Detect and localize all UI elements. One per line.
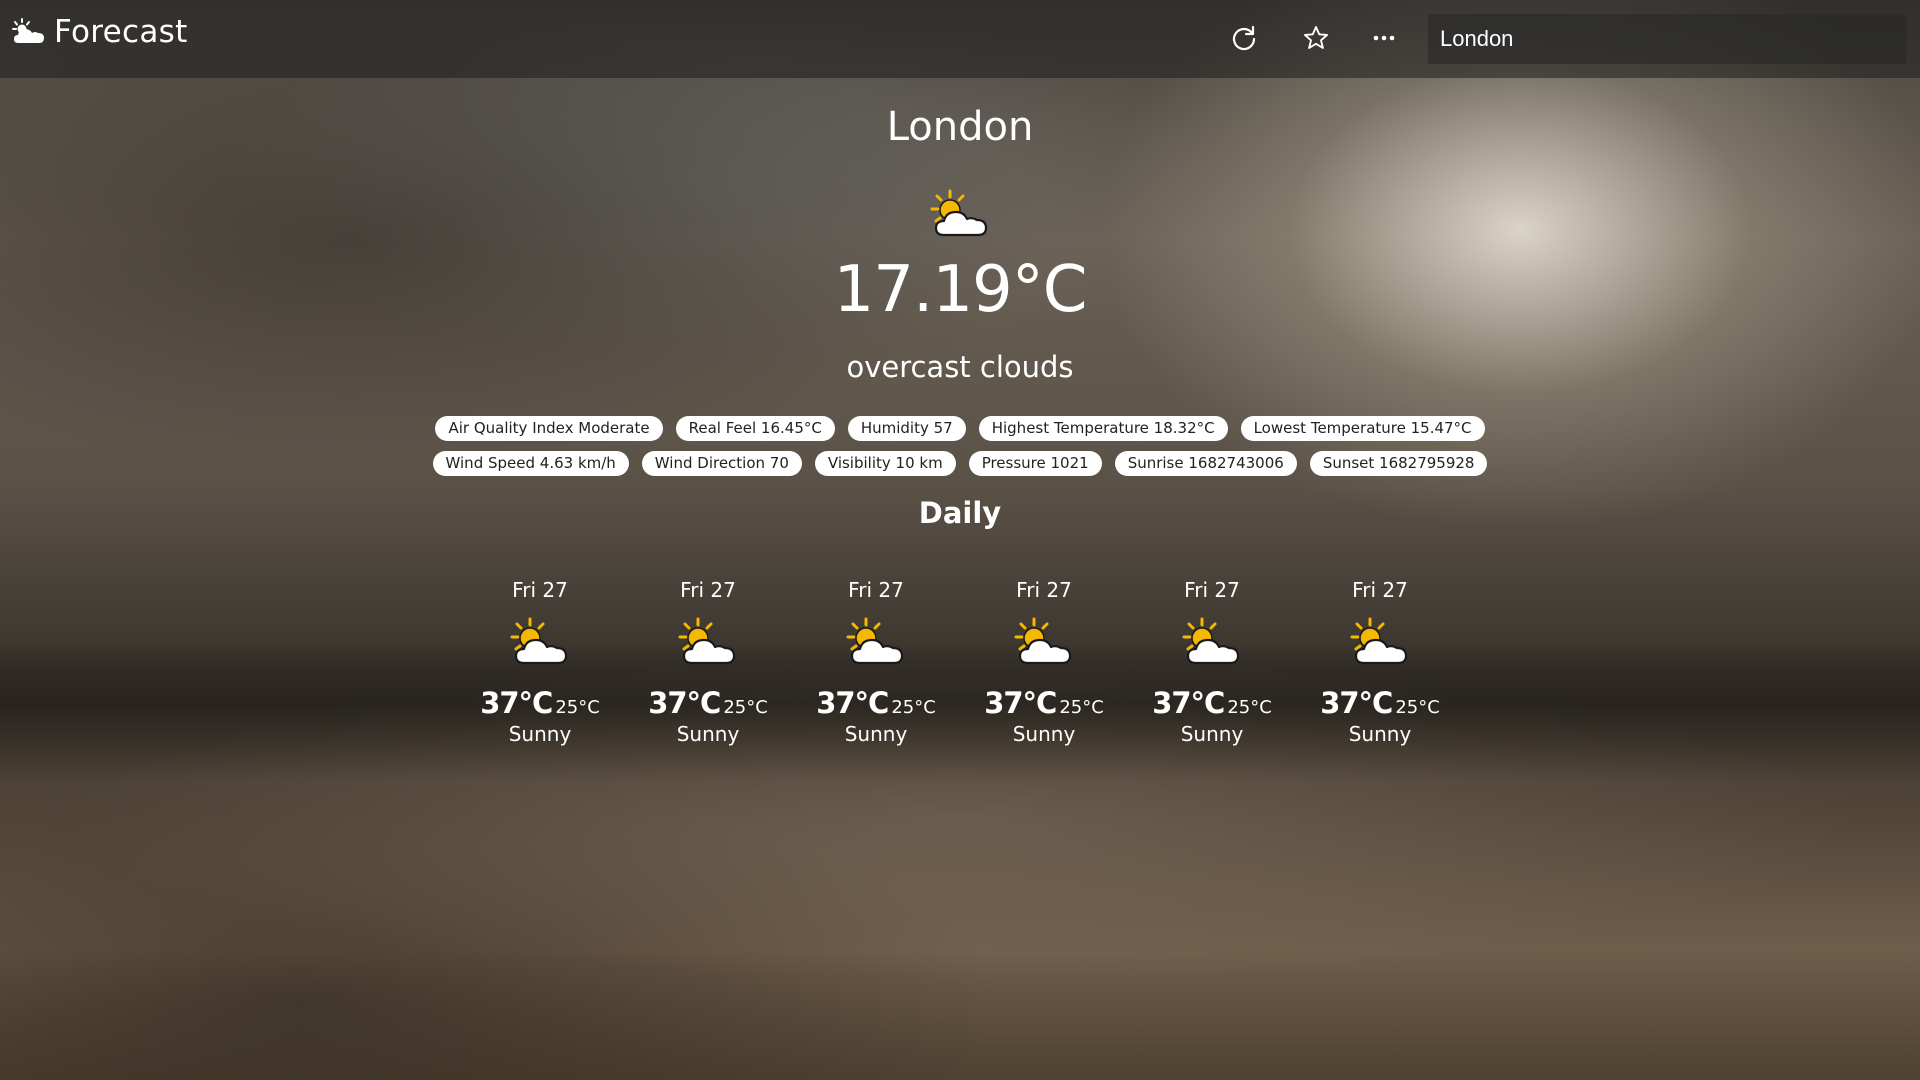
partly-cloudy-icon [1350,617,1408,665]
daily-forecast-card: Fri 27 37°C 25°C Sunny [456,578,624,746]
day-high-temperature: 37°C [1152,686,1225,720]
day-high-temperature: 37°C [480,686,553,720]
day-condition: Sunny [1012,722,1076,746]
current-temperature: 17.19°C [833,253,1088,327]
day-label: Fri 27 [1184,578,1240,602]
weather-details: Air Quality Index Moderate Real Feel 16.… [400,416,1520,476]
partly-cloudy-icon [1014,617,1072,665]
day-label: Fri 27 [512,578,568,602]
search-input[interactable] [1428,14,1906,64]
detail-sunset: Sunset 1682795928 [1309,451,1488,476]
detail-lowest-temperature: Lowest Temperature 15.47°C [1240,416,1485,441]
detail-humidity: Humidity 57 [847,416,966,441]
day-low-temperature: 25°C [723,697,768,718]
daily-forecast-list: Fri 27 37°C 25°C Sunny Fri 27 37°C 25°C Su… [456,578,1464,746]
partly-cloudy-icon [846,617,904,665]
day-condition: Sunny [844,722,908,746]
app-brand[interactable]: Forecast [12,14,188,50]
day-low-temperature: 25°C [891,697,936,718]
detail-visibility: Visibility 10 km [814,451,956,476]
day-condition: Sunny [1348,722,1412,746]
favorite-button[interactable] [1296,18,1336,58]
detail-wind-speed: Wind Speed 4.63 km/h [432,451,629,476]
day-high-temperature: 37°C [648,686,721,720]
day-condition: Sunny [1180,722,1244,746]
detail-highest-temperature: Highest Temperature 18.32°C [978,416,1228,441]
daily-forecast-card: Fri 27 37°C 25°C Sunny [1296,578,1464,746]
day-label: Fri 27 [1352,578,1408,602]
day-high-temperature: 37°C [984,686,1057,720]
day-high-temperature: 37°C [1320,686,1393,720]
star-icon [1304,26,1328,49]
day-low-temperature: 25°C [1059,697,1104,718]
day-label: Fri 27 [1016,578,1072,602]
city-name: London [886,104,1034,150]
more-button[interactable] [1364,18,1404,58]
background-sky-image [0,0,1920,1080]
partly-cloudy-icon [930,189,988,237]
daily-forecast-card: Fri 27 37°C 25°C Sunny [624,578,792,746]
more-icon [1373,35,1395,41]
daily-heading: Daily [918,496,1002,530]
refresh-button[interactable] [1224,18,1264,58]
daily-forecast-card: Fri 27 37°C 25°C Sunny [792,578,960,746]
partly-cloudy-icon [510,617,568,665]
day-low-temperature: 25°C [555,697,600,718]
weather-description: overcast clouds [846,350,1074,384]
day-low-temperature: 25°C [1227,697,1272,718]
app-title: Forecast [54,14,188,50]
daily-forecast-card: Fri 27 37°C 25°C Sunny [1128,578,1296,746]
detail-wind-direction: Wind Direction 70 [641,451,802,476]
partly-cloudy-icon [1182,617,1240,665]
daily-forecast-card: Fri 27 37°C 25°C Sunny [960,578,1128,746]
detail-pressure: Pressure 1021 [968,451,1102,476]
day-high-temperature: 37°C [816,686,889,720]
day-condition: Sunny [508,722,572,746]
day-low-temperature: 25°C [1395,697,1440,718]
refresh-icon [1232,25,1256,51]
partly-cloudy-icon [678,617,736,665]
detail-sunrise: Sunrise 1682743006 [1114,451,1297,476]
top-bar: Forecast [0,0,1920,78]
day-label: Fri 27 [848,578,904,602]
cloud-sun-icon [12,18,44,43]
day-label: Fri 27 [680,578,736,602]
day-condition: Sunny [676,722,740,746]
detail-air-quality: Air Quality Index Moderate [435,416,663,441]
detail-real-feel: Real Feel 16.45°C [675,416,835,441]
